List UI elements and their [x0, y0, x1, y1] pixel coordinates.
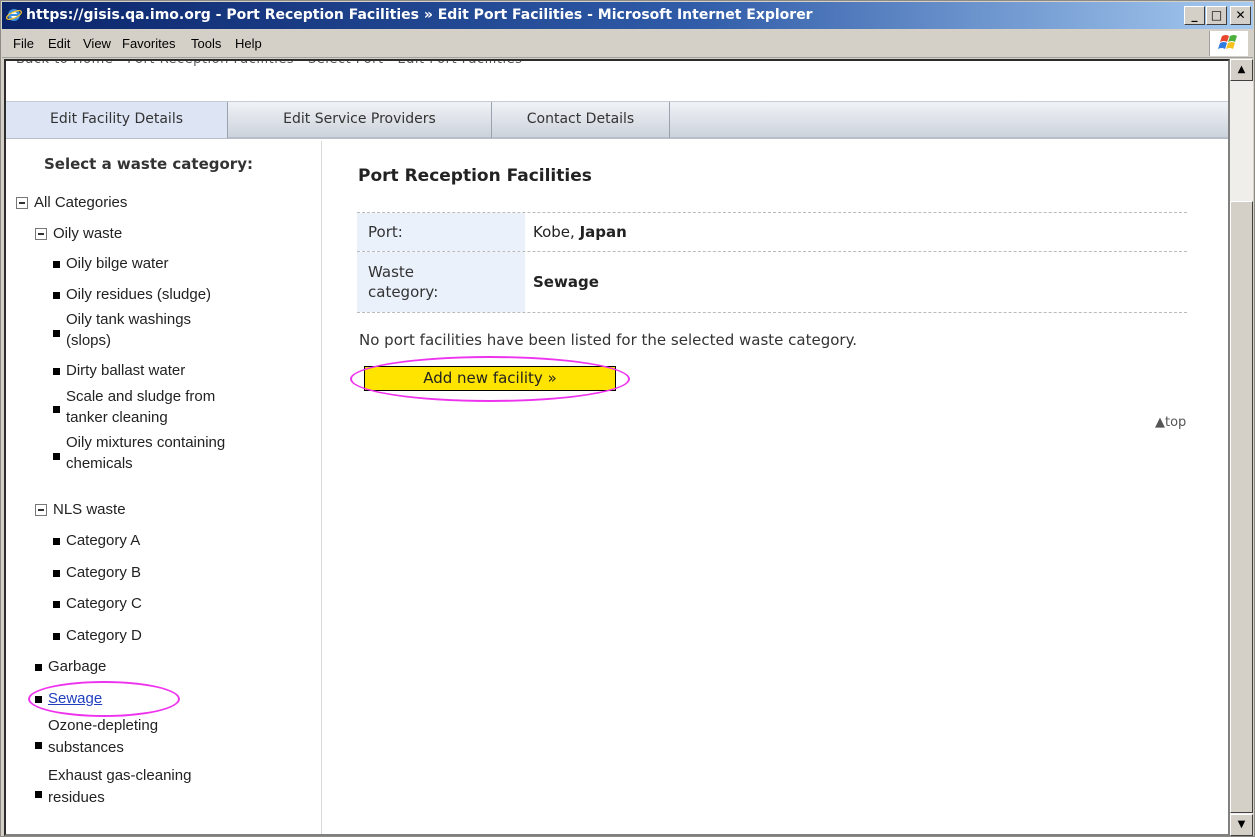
menu-view[interactable]: View — [83, 30, 111, 57]
tree-item-sewage[interactable]: Sewage — [48, 688, 102, 710]
no-facilities-message: No port facilities have been listed for … — [359, 331, 858, 349]
bullet-icon — [53, 292, 60, 299]
minimize-button[interactable]: _ — [1184, 6, 1205, 25]
port-country: Japan — [579, 223, 627, 241]
scroll-up-button[interactable]: ▲ — [1230, 59, 1253, 81]
maximize-button[interactable]: □ — [1206, 6, 1227, 25]
port-label: Port: — [357, 213, 525, 251]
bullet-icon — [53, 601, 60, 608]
bullet-icon — [53, 538, 60, 545]
bullet-icon — [53, 330, 60, 337]
menu-help[interactable]: Help — [235, 30, 262, 57]
scrollbar-thumb[interactable] — [1230, 201, 1253, 813]
windows-logo-icon — [1209, 31, 1248, 56]
tree-item-category-d[interactable]: Category D — [66, 625, 142, 647]
tree-item-exhaust-gas-cont[interactable]: residues — [48, 787, 105, 809]
internet-explorer-icon — [6, 9, 22, 21]
waste-category-value: Sewage — [533, 273, 599, 291]
tree-item-oily-tank-washings[interactable]: Oily tank washings — [66, 309, 191, 331]
collapse-icon[interactable] — [35, 504, 47, 517]
menu-file[interactable]: File — [13, 30, 34, 57]
main-content: Port Reception Facilities Port: Kobe, Ja… — [322, 141, 1228, 834]
back-to-top-link[interactable]: ▲top — [1155, 415, 1186, 430]
tree-item-category-c[interactable]: Category C — [66, 593, 142, 615]
tree-item-category-a[interactable]: Category A — [66, 530, 140, 552]
page-title: Port Reception Facilities — [358, 166, 592, 186]
add-new-facility-button[interactable]: Add new facility » — [364, 366, 616, 391]
tree-label: All Categories — [34, 194, 128, 211]
menu-favorites[interactable]: Favorites — [122, 30, 175, 57]
window-title: https://gisis.qa.imo.org - Port Receptio… — [26, 7, 813, 23]
bullet-icon — [53, 368, 60, 375]
menu-tools[interactable]: Tools — [191, 30, 221, 57]
tree-item-scale-and-sludge-cont[interactable]: tanker cleaning — [66, 407, 168, 429]
bullet-icon — [53, 633, 60, 640]
tree-item-oily-bilge-water[interactable]: Oily bilge water — [66, 253, 169, 275]
tab-edit-service-providers[interactable]: Edit Service Providers — [228, 102, 492, 138]
tree-node-oily-waste[interactable]: Oily waste — [35, 223, 122, 244]
tree-item-dirty-ballast-water[interactable]: Dirty ballast water — [66, 360, 185, 382]
bullet-icon — [35, 696, 42, 703]
tree-item-garbage[interactable]: Garbage — [48, 656, 106, 678]
bullet-icon — [53, 406, 60, 413]
tree-item-oily-mixtures-cont[interactable]: chemicals — [66, 453, 133, 475]
menu-bar: File Edit View Favorites Tools Help — [2, 30, 1253, 58]
port-info-table: Port: Kobe, Japan Waste category: Sewage — [357, 212, 1187, 313]
bullet-icon — [53, 453, 60, 460]
waste-category-sidebar: Select a waste category: All Categories … — [6, 141, 322, 834]
tree-item-oily-residues[interactable]: Oily residues (sludge) — [66, 284, 211, 306]
tree-item-oily-mixtures[interactable]: Oily mixtures containing — [66, 432, 225, 454]
bullet-icon — [53, 261, 60, 268]
bullet-icon — [53, 570, 60, 577]
scroll-down-button[interactable]: ▼ — [1230, 814, 1253, 836]
tab-strip: Edit Facility Details Edit Service Provi… — [6, 101, 1228, 139]
waste-category-row: Waste category: Sewage — [357, 252, 1187, 313]
title-bar: https://gisis.qa.imo.org - Port Receptio… — [2, 2, 1253, 29]
page-viewport: Back to Home · Port Reception Facilities… — [4, 59, 1230, 836]
tree-item-ozone-depleting-cont[interactable]: substances — [48, 737, 124, 759]
tree-item-exhaust-gas[interactable]: Exhaust gas-cleaning — [48, 765, 191, 787]
port-city: Kobe, — [533, 223, 575, 241]
breadcrumb: Back to Home · Port Reception Facilities… — [16, 59, 523, 67]
tab-edit-facility-details[interactable]: Edit Facility Details — [6, 102, 228, 138]
menu-edit[interactable]: Edit — [48, 30, 70, 57]
collapse-icon[interactable] — [35, 228, 47, 241]
bullet-icon — [35, 791, 42, 798]
tree-label: NLS waste — [53, 501, 126, 518]
bullet-icon — [35, 664, 42, 671]
close-button[interactable]: ✕ — [1230, 6, 1251, 25]
sidebar-heading: Select a waste category: — [44, 155, 253, 173]
tree-item-scale-and-sludge[interactable]: Scale and sludge from — [66, 386, 215, 408]
vertical-scrollbar[interactable]: ▲ ▼ — [1230, 59, 1253, 836]
tree-node-nls-waste[interactable]: NLS waste — [35, 499, 126, 520]
tree-label: Oily waste — [53, 225, 123, 242]
tab-contact-details[interactable]: Contact Details — [492, 102, 670, 138]
tree-item-category-b[interactable]: Category B — [66, 562, 141, 584]
tree-item-ozone-depleting[interactable]: Ozone-depleting — [48, 715, 158, 737]
tree-node-all-categories[interactable]: All Categories — [16, 192, 127, 213]
bullet-icon — [35, 742, 42, 749]
waste-category-label: Waste category: — [357, 252, 525, 312]
port-value: Kobe, Japan — [533, 213, 627, 251]
collapse-icon[interactable] — [16, 197, 28, 210]
port-row: Port: Kobe, Japan — [357, 213, 1187, 252]
browser-window: https://gisis.qa.imo.org - Port Receptio… — [0, 0, 1255, 837]
tree-item-oily-tank-washings-cont[interactable]: (slops) — [66, 330, 111, 352]
